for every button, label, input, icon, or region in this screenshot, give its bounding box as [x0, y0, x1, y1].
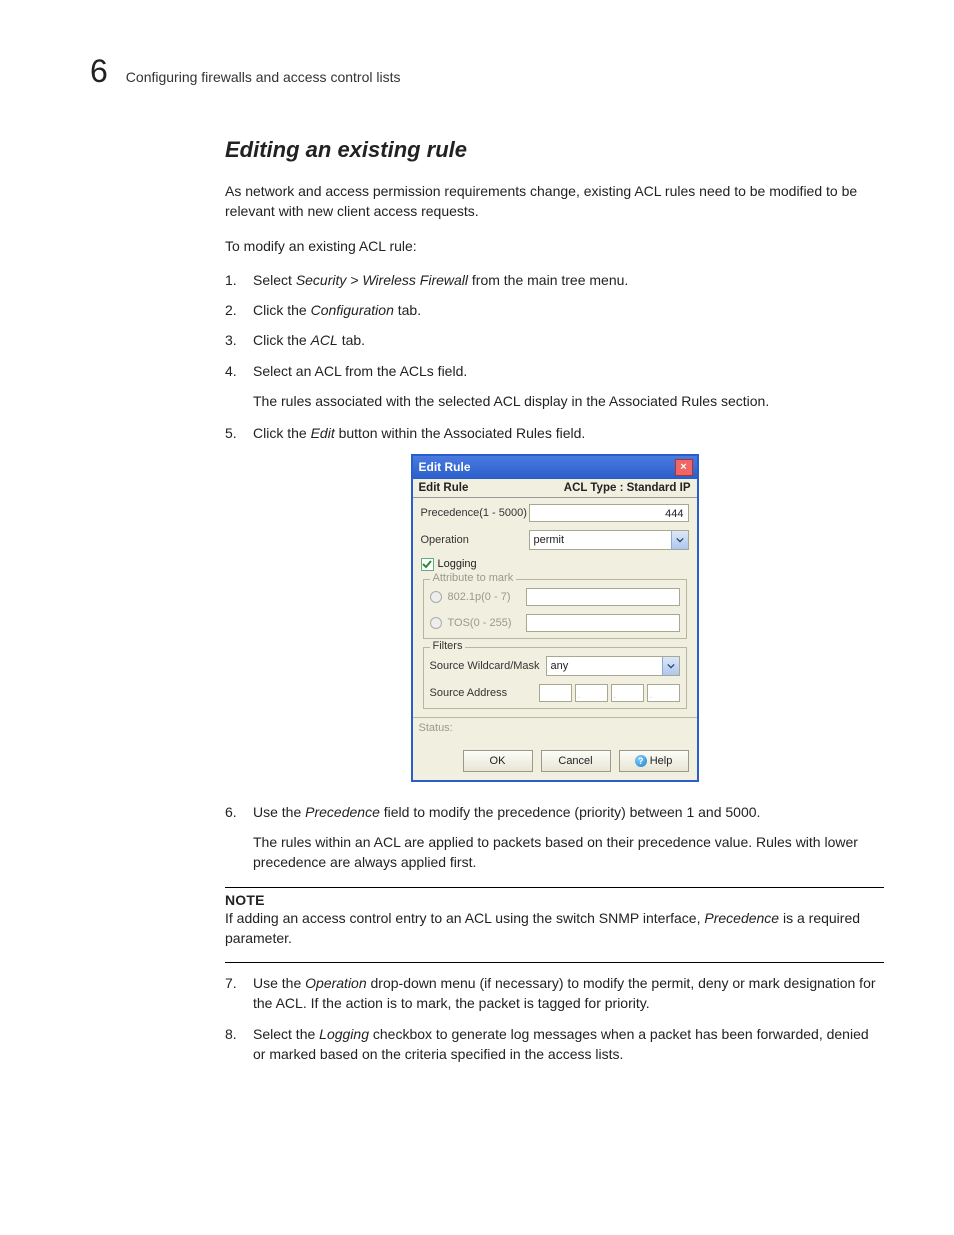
radio-tos[interactable] [430, 617, 442, 629]
dialog-titlebar: Edit Rule × [413, 456, 697, 479]
intro-paragraph: As network and access permission require… [225, 181, 884, 222]
filters-group: Filters Source Wildcard/Mask any S [423, 647, 687, 709]
note-body: If adding an access control entry to an … [225, 908, 884, 949]
dialog-title: Edit Rule [419, 460, 471, 474]
note-label: NOTE [225, 892, 884, 908]
label-tos: TOS(0 - 255) [448, 617, 526, 629]
close-icon: × [680, 462, 686, 473]
logging-checkbox[interactable] [421, 558, 434, 571]
precedence-input[interactable]: 444 [529, 504, 689, 522]
close-button[interactable]: × [675, 459, 693, 476]
radio-8021p[interactable] [430, 591, 442, 603]
section-title: Editing an existing rule [225, 137, 884, 163]
lead-paragraph: To modify an existing ACL rule: [225, 236, 884, 256]
attribute-to-mark-group: Attribute to mark 802.1p(0 - 7) TOS(0 - … [423, 579, 687, 639]
step-4-sub: The rules associated with the selected A… [253, 391, 884, 411]
step-3: 3. Click the ACL tab. [225, 330, 884, 350]
step-5: 5. Click the Edit button within the Asso… [225, 423, 884, 443]
logging-label: Logging [438, 558, 477, 570]
source-wildcard-label: Source Wildcard/Mask [430, 660, 546, 672]
source-address-label: Source Address [430, 687, 539, 699]
cancel-button[interactable]: Cancel [541, 750, 611, 772]
label-8021p: 802.1p(0 - 7) [448, 591, 526, 603]
chevron-down-icon [671, 531, 688, 549]
filters-legend: Filters [430, 640, 466, 652]
chapter-number: 6 [90, 55, 108, 87]
help-button[interactable]: ? Help [619, 750, 689, 772]
step-6-sub: The rules within an ACL are applied to p… [253, 832, 884, 873]
step-4: 4. Select an ACL from the ACLs field. [225, 361, 884, 381]
attribute-legend: Attribute to mark [430, 572, 517, 584]
input-8021p[interactable] [526, 588, 680, 606]
status-label: Status: [419, 722, 453, 734]
source-address-input[interactable]: . . . [539, 684, 680, 702]
dialog-subtitle-right: ACL Type : Standard IP [564, 482, 691, 494]
chevron-down-icon [662, 657, 679, 675]
note-rule-bottom [225, 962, 884, 963]
edit-rule-dialog: Edit Rule × Edit Rule ACL Type : Standar… [411, 454, 699, 782]
status-area: Status: [413, 717, 697, 744]
note-rule-top [225, 887, 884, 888]
step-7: 7. Use the Operation drop-down menu (if … [225, 973, 884, 1014]
help-icon: ? [635, 755, 647, 767]
step-1: 1. Select Security > Wireless Firewall f… [225, 270, 884, 290]
source-wildcard-select[interactable]: any [546, 656, 680, 676]
step-2: 2. Click the Configuration tab. [225, 300, 884, 320]
input-tos[interactable] [526, 614, 680, 632]
precedence-label: Precedence(1 - 5000) [421, 507, 529, 519]
dialog-subheader: Edit Rule ACL Type : Standard IP [413, 479, 697, 498]
step-6: 6. Use the Precedence field to modify th… [225, 802, 884, 822]
page-header: 6 Configuring firewalls and access contr… [90, 55, 884, 87]
ok-button[interactable]: OK [463, 750, 533, 772]
operation-select[interactable]: permit [529, 530, 689, 550]
step-8: 8. Select the Logging checkbox to genera… [225, 1024, 884, 1065]
header-title: Configuring firewalls and access control… [126, 69, 401, 85]
dialog-subtitle-left: Edit Rule [419, 482, 469, 494]
operation-label: Operation [421, 534, 529, 546]
check-icon [422, 559, 432, 569]
